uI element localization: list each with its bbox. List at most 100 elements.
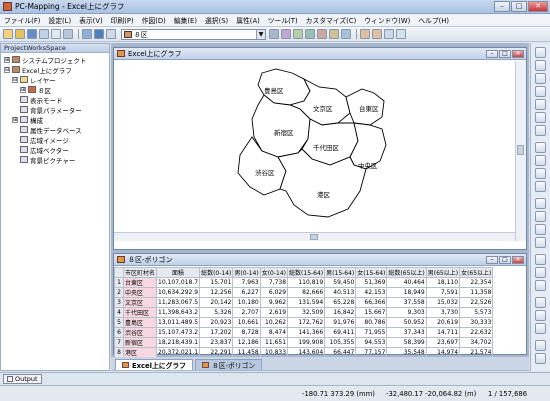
cell[interactable]: 42,153 <box>355 287 388 298</box>
menu-edit[interactable]: 編集(E) <box>170 15 201 25</box>
menu-view[interactable]: 表示(V) <box>75 15 107 25</box>
cell[interactable]: 66,366 <box>355 297 388 308</box>
tree-item-wide-vector[interactable]: 広域ベクター <box>12 145 69 155</box>
redraw-icon[interactable] <box>535 125 546 136</box>
cell[interactable]: 34,702 <box>459 337 494 348</box>
grid-icon[interactable] <box>384 29 394 39</box>
cell[interactable]: 15,032 <box>425 297 461 308</box>
cell[interactable]: 10,262 <box>259 317 289 328</box>
column-header[interactable]: 市区町村名 <box>122 267 158 278</box>
tree-item-background-picture[interactable]: 背景ピクチャー <box>12 155 75 165</box>
pointer-icon[interactable] <box>535 47 546 58</box>
cell[interactable]: 22,632 <box>459 327 494 338</box>
minimize-button[interactable]: – <box>486 255 498 264</box>
layer-select[interactable]: ８区 ▼ <box>121 28 266 40</box>
tree-item-background-params[interactable]: 背景パラメーター <box>12 105 82 115</box>
cell[interactable]: 11,358 <box>459 287 494 298</box>
cell[interactable]: 11,398,643.2 <box>156 307 201 318</box>
cell[interactable]: 港区 <box>122 347 158 358</box>
cell[interactable]: 豊島区 <box>122 317 158 328</box>
tab-map[interactable]: Excel上にグラフ <box>115 359 193 370</box>
column-header[interactable]: 男(0-14) <box>232 267 261 278</box>
cell[interactable]: 16,842 <box>324 307 357 318</box>
cell[interactable]: 30,333 <box>459 317 494 328</box>
help-icon[interactable] <box>535 353 546 364</box>
cell[interactable]: 13,011,489.5 <box>156 317 201 328</box>
table-row[interactable]: 5 豊島区 13,011,489.5 20,923 10,661 10,262 172,76… <box>114 317 494 328</box>
fit-all-icon[interactable] <box>535 112 546 123</box>
cell[interactable]: 10,180 <box>232 297 261 308</box>
map-canvas[interactable]: 豊島区 文京区 台東区 新宿区 千代田区 渋谷区 中央区 港区 <box>114 61 516 241</box>
measure-icon[interactable] <box>535 168 546 179</box>
database-icon[interactable] <box>305 29 315 39</box>
cell[interactable]: 18,110 <box>425 277 461 288</box>
close-button[interactable]: ✕ <box>528 1 548 12</box>
tree-item-structure[interactable]: ⊞ 構成 <box>12 115 43 125</box>
cell[interactable]: 文京区 <box>122 297 158 308</box>
collapse-icon[interactable]: ⊟ <box>4 66 10 73</box>
minimize-button[interactable]: – <box>486 49 498 58</box>
draw-line-icon[interactable] <box>535 211 546 222</box>
horizontal-scrollbar[interactable] <box>114 232 516 241</box>
vector-icon[interactable] <box>341 29 351 39</box>
menu-settings[interactable]: 設定(L) <box>44 15 75 25</box>
draw-point-icon[interactable] <box>535 198 546 209</box>
save-icon[interactable] <box>27 29 37 39</box>
tree-item-system-project[interactable]: ⊞ システムプロジェクト <box>4 55 86 65</box>
layer-icon[interactable] <box>535 142 546 153</box>
column-header[interactable]: 総数(65以上) <box>386 267 427 278</box>
cell[interactable]: 80,786 <box>355 317 388 328</box>
table-row[interactable]: 7 新宿区 18,218,439.1 23,837 12,186 11,651 199,90… <box>114 337 494 348</box>
print-icon[interactable] <box>39 29 49 39</box>
pan-icon[interactable] <box>535 60 546 71</box>
cell[interactable]: 9,303 <box>386 307 427 318</box>
menu-file[interactable]: ファイル(F) <box>0 15 44 25</box>
tree-item-excel-graph[interactable]: ⊟ Excel上にグラフ <box>4 65 72 75</box>
close-button[interactable]: ✕ <box>512 49 524 58</box>
cell[interactable]: 渋谷区 <box>122 327 158 338</box>
expand-icon[interactable]: ⊞ <box>20 86 26 93</box>
zoom-in-icon[interactable] <box>535 73 546 84</box>
cell[interactable]: 110,819 <box>287 277 326 288</box>
cell[interactable]: 新宿区 <box>122 337 158 348</box>
menu-print[interactable]: 印刷(P) <box>107 15 138 25</box>
column-header[interactable]: 女(65以上) <box>459 267 494 278</box>
cell[interactable]: 82,666 <box>287 287 326 298</box>
cell[interactable]: 22,291 <box>199 347 234 358</box>
cell[interactable]: 91,976 <box>324 317 357 328</box>
cell[interactable]: 21,574 <box>459 347 494 358</box>
settings-icon[interactable] <box>535 340 546 351</box>
cell[interactable]: 71,955 <box>355 327 388 338</box>
table-row[interactable]: 8 港区 20,372,021.1 22,291 11,458 10,833 143,604… <box>114 347 494 358</box>
cell[interactable]: 2,619 <box>259 307 289 318</box>
cell[interactable]: 22,526 <box>459 297 494 308</box>
attribute-table[interactable]: 市区町村名 面積 総数(0-14) 男(0-14) 女(0-14) 総数(15-… <box>114 267 494 358</box>
search-icon[interactable] <box>535 310 546 321</box>
tree-item-layers[interactable]: ⊟ レイヤー <box>12 75 56 85</box>
cell[interactable]: 131,594 <box>287 297 326 308</box>
column-header[interactable]: 総数(0-14) <box>199 267 234 278</box>
layer-properties-icon[interactable] <box>281 29 291 39</box>
cell[interactable]: 千代田区 <box>122 307 158 318</box>
cell[interactable]: 14,974 <box>425 347 461 358</box>
tree-item-attribute-db[interactable]: 属性データベース <box>12 125 82 135</box>
chart-icon[interactable] <box>317 29 327 39</box>
cell[interactable]: 20,372,021.1 <box>156 347 201 358</box>
menu-window[interactable]: ウィンドウ(W) <box>360 15 414 25</box>
maximize-button[interactable]: □ <box>499 255 511 264</box>
window-icon[interactable] <box>396 29 406 39</box>
table-icon[interactable] <box>293 29 303 39</box>
scroll-thumb[interactable] <box>310 234 318 240</box>
menu-select[interactable]: 選択(S) <box>201 15 232 25</box>
cell[interactable]: 20,142 <box>199 297 234 308</box>
cell[interactable]: 32,509 <box>287 307 326 318</box>
cell[interactable]: 中央区 <box>122 287 158 298</box>
cell[interactable]: 12,256 <box>199 287 234 298</box>
chevron-down-icon[interactable]: ▼ <box>256 29 265 39</box>
cell[interactable]: 12,186 <box>232 337 261 348</box>
cell[interactable]: 18,218,439.1 <box>156 337 201 348</box>
cell[interactable]: 10,634,292.9 <box>156 287 201 298</box>
layer-icon[interactable] <box>106 29 116 39</box>
print-icon[interactable] <box>535 323 546 334</box>
cell[interactable]: 5,326 <box>199 307 234 318</box>
